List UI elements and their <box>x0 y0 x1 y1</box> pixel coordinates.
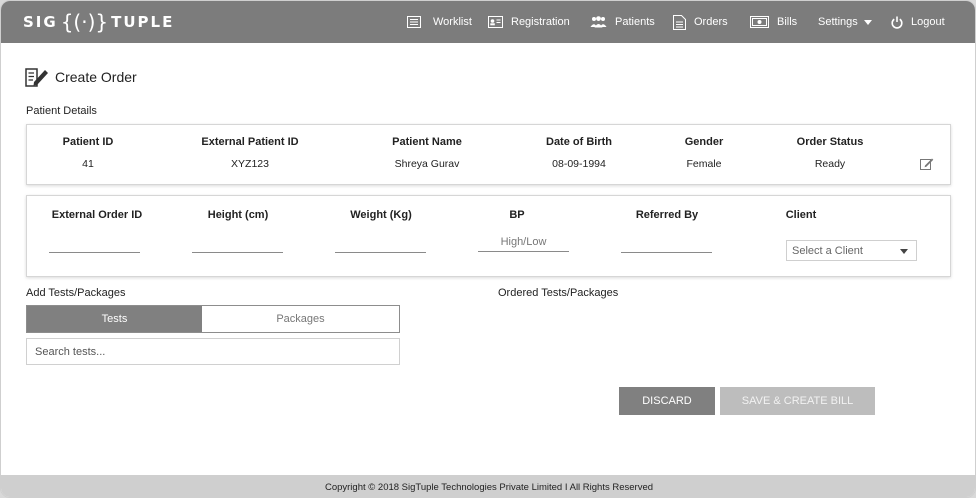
nav-logout-label: Logout <box>911 16 945 28</box>
patient-name-header: Patient Name <box>392 136 462 148</box>
nav-patients[interactable]: Patients <box>590 1 655 43</box>
weight-header: Weight (Kg) <box>350 209 412 221</box>
nav-worklist-label: Worklist <box>433 16 472 28</box>
patient-id-header: Patient ID <box>62 136 114 148</box>
order-status-header: Order Status <box>796 136 864 148</box>
chevron-down-icon <box>900 249 908 254</box>
save-create-bill-button[interactable]: SAVE & CREATE BILL <box>720 387 875 415</box>
external-patient-id-header: External Patient ID <box>201 136 299 148</box>
ordered-tests-label: Ordered Tests/Packages <box>498 287 619 299</box>
sigtuple-logo[interactable]: SIG {(·)} TUPLE <box>23 10 175 34</box>
gender-header: Gender <box>684 136 724 148</box>
height-input[interactable] <box>192 233 283 253</box>
bp-input[interactable] <box>478 232 569 252</box>
tab-packages[interactable]: Packages <box>202 306 399 332</box>
search-tests-input[interactable] <box>26 338 400 365</box>
list-icon <box>407 16 421 28</box>
id-card-icon <box>488 16 503 28</box>
external-order-id-input[interactable] <box>49 233 140 253</box>
money-icon <box>750 16 769 28</box>
nav-orders[interactable]: Orders <box>673 1 728 43</box>
nav-registration-label: Registration <box>511 16 570 28</box>
nav-settings[interactable]: Settings <box>818 1 872 43</box>
tab-tests[interactable]: Tests <box>27 306 202 332</box>
nav-patients-label: Patients <box>615 16 655 28</box>
patient-details-card <box>26 124 951 185</box>
client-header: Client <box>785 209 817 221</box>
copyright-text: Copyright © 2018 SigTuple Technologies P… <box>324 481 654 493</box>
page-title-row: Create Order <box>25 67 137 87</box>
height-header: Height (cm) <box>207 209 269 221</box>
gender-value: Female <box>686 158 722 170</box>
logo-text-right: TUPLE <box>111 13 175 31</box>
edit-icon[interactable] <box>920 157 934 170</box>
top-navbar: SIG {(·)} TUPLE Worklist Registration Pa… <box>1 1 975 43</box>
edit-document-icon <box>25 68 48 87</box>
external-order-id-header: External Order ID <box>51 209 143 221</box>
nav-logout[interactable]: Logout <box>891 1 945 43</box>
nav-orders-label: Orders <box>694 16 728 28</box>
date-of-birth-header: Date of Birth <box>546 136 612 148</box>
nav-bills[interactable]: Bills <box>750 1 797 43</box>
nav-worklist[interactable]: Worklist <box>407 1 472 43</box>
weight-input[interactable] <box>335 233 426 253</box>
patient-id-value: 41 <box>82 158 94 170</box>
patient-details-label: Patient Details <box>26 105 97 117</box>
power-icon <box>891 16 903 29</box>
client-select[interactable]: Select a Client <box>786 240 917 261</box>
client-select-value: Select a Client <box>792 244 863 257</box>
logo-text-left: SIG <box>23 13 58 31</box>
referred-by-input[interactable] <box>621 233 712 253</box>
nav-settings-label: Settings <box>818 16 858 28</box>
logo-mark: {(·)} <box>60 10 109 34</box>
order-status-value: Ready <box>814 158 846 170</box>
page-title: Create Order <box>55 69 137 85</box>
discard-button[interactable]: DISCARD <box>619 387 715 415</box>
caret-down-icon <box>863 19 872 25</box>
add-tests-label: Add Tests/Packages <box>26 287 126 299</box>
date-of-birth-value: 08-09-1994 <box>552 158 606 170</box>
footer: Copyright © 2018 SigTuple Technologies P… <box>1 475 975 497</box>
document-icon <box>673 14 686 30</box>
external-patient-id-value: XYZ123 <box>231 158 269 170</box>
test-package-tabs: Tests Packages <box>26 305 400 333</box>
referred-by-header: Referred By <box>635 209 699 221</box>
nav-bills-label: Bills <box>777 16 798 28</box>
nav-registration[interactable]: Registration <box>488 1 570 43</box>
app-window: SIG {(·)} TUPLE Worklist Registration Pa… <box>0 0 976 498</box>
patient-name-value: Shreya Gurav <box>394 158 460 170</box>
users-icon <box>590 16 607 28</box>
bp-header: BP <box>509 209 525 221</box>
